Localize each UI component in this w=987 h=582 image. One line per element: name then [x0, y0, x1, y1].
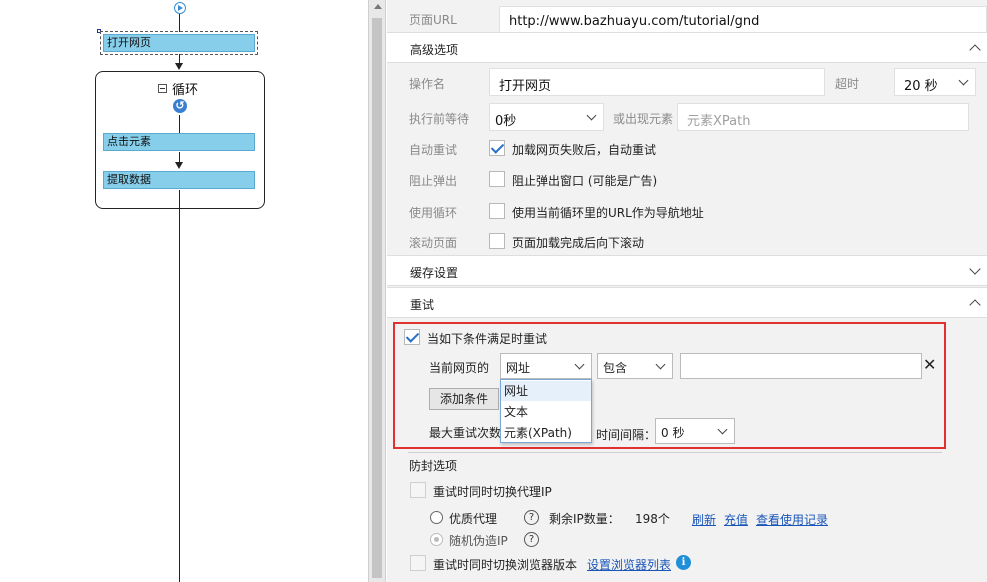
block-popup-text: 阻止弹出窗口 (可能是广告) [512, 174, 658, 188]
interval-select[interactable]: 0 秒 [655, 418, 735, 444]
use-loop-text: 使用当前循环里的URL作为导航地址 [512, 206, 704, 220]
collapse-icon[interactable] [158, 84, 167, 93]
flow-connector [179, 209, 180, 582]
loop-label: 循环 [172, 83, 199, 98]
chevron-down-icon [655, 359, 666, 370]
step-label: 打开网页 [107, 36, 151, 49]
section-retry[interactable]: 重试 [387, 287, 987, 318]
retry-condition-input[interactable] [680, 353, 922, 379]
workflow-canvas[interactable]: 打开网页 循环 ↺ 点击元素 提取数据 [0, 0, 360, 582]
current-page-label: 当前网页的 [429, 361, 490, 375]
loop-title: 循环 [158, 79, 198, 98]
retry-target-select[interactable]: 网址 [500, 353, 592, 379]
xpath-input[interactable]: 元素XPath [677, 103, 969, 131]
wait-select[interactable]: 0秒 [489, 103, 604, 131]
scroll-thumb[interactable] [372, 18, 382, 578]
op-name-label: 操作名 [409, 77, 446, 91]
set-browser-list-link[interactable]: 设置浏览器列表 [587, 556, 671, 573]
switch-proxy-text: 重试时同时切换代理IP [433, 485, 552, 499]
scroll-checkbox[interactable] [489, 233, 505, 249]
flow-connector [179, 115, 180, 133]
step-open-page[interactable]: 打开网页 [100, 31, 258, 55]
block-popup-label: 阻止弹出 [409, 174, 458, 188]
timeout-label: 超时 [835, 77, 860, 91]
switch-proxy-checkbox[interactable] [410, 482, 426, 498]
start-node-icon[interactable] [174, 2, 186, 14]
chevron-down-icon [958, 75, 969, 86]
selection-handle[interactable] [97, 29, 101, 33]
quality-proxy-label: 优质代理 [449, 512, 498, 526]
divider [408, 452, 942, 453]
auto-retry-checkbox[interactable] [489, 140, 505, 156]
anti-block-title: 防封选项 [409, 459, 458, 473]
help-icon[interactable]: ? [524, 532, 539, 547]
chevron-down-icon [717, 424, 728, 435]
flow-arrow-icon [175, 63, 183, 70]
dropdown-option[interactable]: 网址 [501, 381, 591, 401]
auto-retry-text: 加载网页失败后，自动重试 [512, 143, 657, 157]
use-loop-checkbox[interactable] [489, 203, 505, 219]
panel-scrollbar[interactable] [368, 0, 386, 582]
usage-record-link[interactable]: 查看使用记录 [756, 511, 828, 528]
chevron-down-icon [574, 359, 585, 370]
add-condition-button[interactable]: 添加条件 [429, 388, 499, 410]
dropdown-option[interactable]: 文本 [501, 402, 591, 422]
flow-connector [179, 14, 180, 32]
chevron-down-icon [586, 110, 597, 121]
retry-condition-text: 当如下条件满足时重试 [427, 332, 548, 346]
properties-panel: 页面URL http://www.bazhuayu.com/tutorial/g… [387, 0, 987, 582]
scroll-up-icon[interactable] [374, 4, 382, 9]
chevron-up-icon[interactable] [969, 299, 981, 311]
switch-browser-checkbox[interactable] [410, 555, 426, 571]
quality-proxy-radio[interactable] [430, 511, 443, 524]
scroll-text: 页面加载完成后向下滚动 [512, 236, 645, 250]
max-retry-label: 最大重试次数 [429, 426, 502, 440]
step-label: 提取数据 [107, 173, 151, 186]
recharge-link[interactable]: 充值 [724, 511, 748, 528]
wait-label: 执行前等待 [409, 112, 470, 126]
remove-condition-icon[interactable]: ✕ [923, 355, 936, 374]
remaining-ip-value: 198个 [635, 512, 670, 526]
chevron-up-icon[interactable] [969, 44, 981, 56]
retry-target-dropdown[interactable]: 网址 文本 元素(XPath) [500, 379, 592, 443]
use-loop-label: 使用循环 [409, 206, 458, 220]
step-label: 点击元素 [107, 135, 151, 148]
random-ip-label: 随机伪造IP [449, 534, 508, 548]
dropdown-option[interactable]: 元素(XPath) [501, 423, 591, 443]
retry-operator-select[interactable]: 包含 [597, 353, 673, 379]
retry-condition-checkbox[interactable] [404, 329, 420, 345]
flow-arrow-icon [175, 162, 183, 169]
loop-icon: ↺ [173, 99, 187, 113]
section-cache[interactable]: 缓存设置 [387, 255, 987, 286]
random-ip-radio[interactable] [430, 533, 443, 546]
help-icon[interactable]: ? [524, 510, 539, 525]
block-popup-checkbox[interactable] [489, 171, 505, 187]
section-advanced[interactable]: 高级选项 [387, 32, 987, 63]
auto-retry-label: 自动重试 [409, 143, 458, 157]
step-click-element[interactable]: 点击元素 [103, 133, 255, 151]
op-name-input[interactable]: 打开网页 [489, 68, 825, 96]
or-appear-label: 或出现元素 [613, 112, 674, 126]
chevron-down-icon[interactable] [969, 263, 981, 275]
interval-label: 时间间隔： [596, 428, 657, 442]
scroll-label: 滚动页面 [409, 236, 458, 250]
flow-connector [179, 190, 180, 208]
remaining-ip-label: 剩余IP数量： [549, 512, 620, 526]
info-icon[interactable]: i [676, 555, 691, 570]
switch-browser-text: 重试时同时切换浏览器版本 [433, 558, 578, 572]
refresh-link[interactable]: 刷新 [692, 511, 716, 528]
timeout-select[interactable]: 20 秒 [894, 68, 976, 96]
step-extract-data[interactable]: 提取数据 [103, 171, 255, 189]
page-url-label: 页面URL [409, 13, 457, 27]
